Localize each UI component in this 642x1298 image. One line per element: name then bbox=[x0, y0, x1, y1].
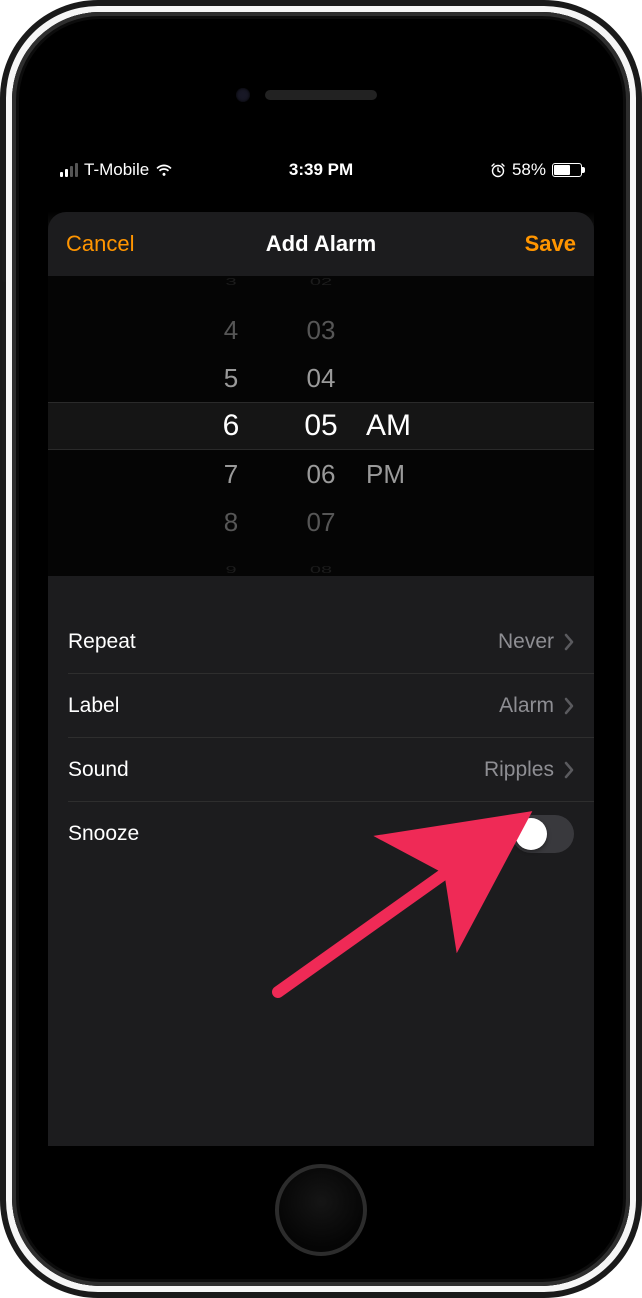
volume-up-button bbox=[2, 310, 6, 390]
iphone-frame: T-Mobile 3:39 PM 58% Can bbox=[0, 0, 642, 1298]
ampm-wheel[interactable]: AM PM bbox=[366, 276, 456, 576]
mute-switch bbox=[2, 230, 6, 282]
chevron-right-icon bbox=[564, 697, 574, 715]
alarm-status-icon bbox=[490, 162, 506, 178]
wifi-icon bbox=[155, 163, 173, 177]
snooze-row: Snooze bbox=[48, 802, 594, 866]
side-button bbox=[636, 330, 640, 430]
time-picker[interactable]: 3 4 5 6 7 8 9 02 03 04 05 bbox=[48, 276, 594, 576]
battery-icon bbox=[552, 163, 582, 177]
alarm-options-list: Repeat Never Label Alarm bbox=[48, 610, 594, 866]
add-alarm-sheet: Cancel Add Alarm Save 3 4 5 6 7 8 bbox=[48, 212, 594, 1146]
repeat-label: Repeat bbox=[68, 630, 498, 654]
screen: T-Mobile 3:39 PM 58% Can bbox=[48, 152, 594, 1146]
save-button[interactable]: Save bbox=[525, 231, 576, 257]
repeat-value: Never bbox=[498, 630, 554, 654]
label-label: Label bbox=[68, 694, 499, 718]
sound-row[interactable]: Sound Ripples bbox=[48, 738, 594, 802]
home-button[interactable] bbox=[275, 1164, 367, 1256]
snooze-label: Snooze bbox=[68, 822, 512, 846]
hour-wheel[interactable]: 3 4 5 6 7 8 9 bbox=[186, 276, 276, 576]
repeat-row[interactable]: Repeat Never bbox=[48, 610, 594, 674]
carrier-label: T-Mobile bbox=[84, 160, 149, 180]
label-value: Alarm bbox=[499, 694, 554, 718]
earpiece-speaker bbox=[265, 90, 377, 100]
volume-down-button bbox=[2, 400, 6, 480]
chevron-right-icon bbox=[564, 761, 574, 779]
status-bar: T-Mobile 3:39 PM 58% bbox=[48, 152, 594, 188]
cancel-button[interactable]: Cancel bbox=[66, 231, 134, 257]
chevron-right-icon bbox=[564, 633, 574, 651]
nav-bar: Cancel Add Alarm Save bbox=[48, 212, 594, 276]
sound-label: Sound bbox=[68, 758, 484, 782]
label-row[interactable]: Label Alarm bbox=[48, 674, 594, 738]
sound-value: Ripples bbox=[484, 758, 554, 782]
front-camera bbox=[236, 88, 250, 102]
minute-wheel[interactable]: 02 03 04 05 06 07 08 bbox=[276, 276, 366, 576]
snooze-toggle[interactable] bbox=[512, 815, 574, 853]
device-bezel: T-Mobile 3:39 PM 58% Can bbox=[12, 12, 630, 1286]
cellular-signal-icon bbox=[60, 163, 78, 177]
battery-percent: 58% bbox=[512, 160, 546, 180]
